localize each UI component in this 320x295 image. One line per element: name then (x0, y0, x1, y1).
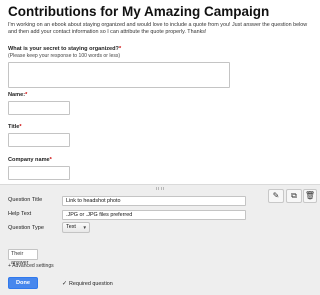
answer-input-company[interactable] (8, 166, 70, 180)
answer-textarea-secret[interactable] (8, 62, 230, 88)
required-question-checkbox[interactable]: ✓ Required question (62, 280, 113, 287)
question-title-input[interactable]: Link to headshot photo (62, 196, 246, 206)
question-label-name: Name:* (8, 92, 28, 98)
required-asterisk: * (49, 157, 52, 163)
pencil-icon[interactable]: ✎ (268, 189, 284, 203)
answer-input-title[interactable] (8, 133, 70, 147)
required-asterisk: * (118, 46, 122, 52)
question-type-select[interactable]: Text ▼ (62, 222, 90, 233)
form-description: I'm working on an ebook about staying or… (8, 22, 308, 35)
trash-icon[interactable]: 🗑 (303, 189, 317, 203)
question-help-secret: (Please keep your response to 100 words … (8, 53, 121, 59)
help-text-label: Help Text (8, 211, 32, 217)
question-label-company: Company name* (8, 157, 52, 163)
required-question-label: Required question (69, 281, 113, 287)
question-title-label: Question Title (8, 197, 43, 203)
question-type-value: Text (66, 224, 76, 230)
done-button[interactable]: Done (8, 277, 38, 289)
required-asterisk: * (25, 92, 28, 98)
copy-icon[interactable]: ⧉ (286, 189, 302, 203)
help-text-input[interactable]: .JPG or .JPG files preferred (62, 210, 246, 220)
required-asterisk: * (19, 124, 22, 130)
answer-preview-input: Their answer (8, 249, 38, 266)
advanced-settings-link[interactable]: + Advanced settings (8, 263, 54, 269)
chevron-down-icon: ▼ (82, 225, 87, 230)
question-label-secret: What is your secret to staying organized… (8, 46, 122, 52)
checkmark-icon: ✓ (62, 281, 68, 287)
question-type-label: Question Type (8, 225, 44, 231)
answer-input-name[interactable] (8, 101, 70, 115)
drag-handle[interactable] (156, 187, 164, 190)
form-title: Contributions for My Amazing Campaign (8, 4, 270, 19)
question-label-title: Title* (8, 124, 22, 130)
